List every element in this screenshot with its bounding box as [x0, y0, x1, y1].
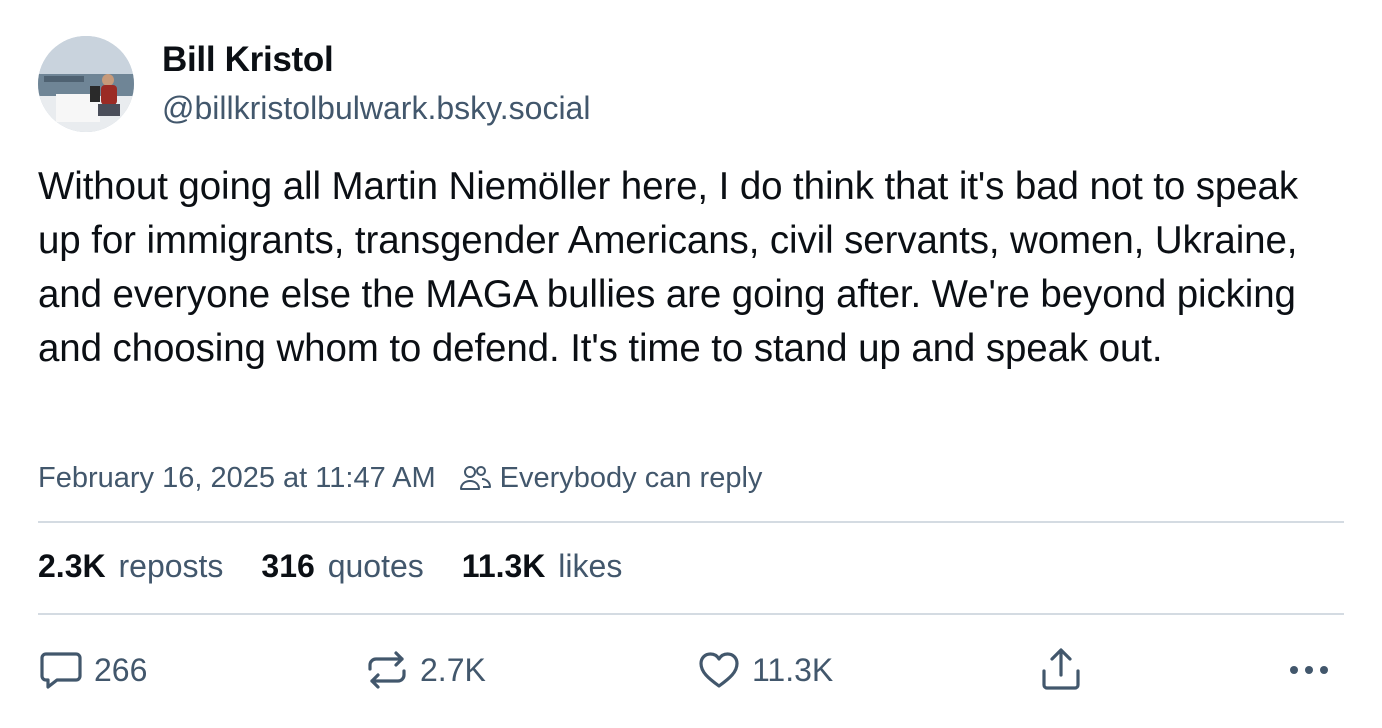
repost-button[interactable]: 2.7K: [364, 640, 486, 700]
divider: [38, 521, 1344, 523]
post-actions: 266 2.7K 11.3K: [0, 640, 1382, 704]
ellipsis-icon: [1286, 660, 1332, 680]
likes-count: 11.3K: [461, 548, 546, 584]
people-icon: [458, 463, 492, 493]
heart-icon: [696, 647, 742, 693]
like-count: 11.3K: [752, 651, 834, 688]
speech-bubble-icon: [38, 647, 84, 693]
reply-setting-label[interactable]: Everybody can reply: [500, 462, 763, 495]
divider: [38, 613, 1344, 615]
quotes-stat[interactable]: 316 quotes: [261, 548, 423, 585]
post-meta: February 16, 2025 at 11:47 AM Everybody …: [38, 458, 762, 498]
share-icon: [1038, 645, 1084, 695]
reply-button[interactable]: 266: [38, 640, 147, 700]
reply-count: 266: [94, 651, 148, 688]
more-options-button[interactable]: [1286, 640, 1342, 700]
author-display-name[interactable]: Bill Kristol: [162, 40, 334, 80]
avatar[interactable]: [38, 36, 134, 132]
repost-arrows-icon: [364, 647, 410, 693]
quotes-count: 316: [261, 548, 315, 584]
quotes-label: quotes: [327, 548, 424, 584]
like-button[interactable]: 11.3K: [696, 640, 833, 700]
post-stats: 2.3K reposts 316 quotes 11.3K likes: [38, 548, 660, 585]
repost-count: 2.7K: [420, 651, 486, 688]
reposts-stat[interactable]: 2.3K reposts: [38, 548, 223, 585]
likes-stat[interactable]: 11.3K likes: [462, 548, 623, 585]
likes-label: likes: [558, 548, 623, 584]
reposts-count: 2.3K: [38, 548, 106, 584]
author-handle[interactable]: @billkristolbulwark.bsky.social: [162, 90, 590, 127]
post-card: Bill Kristol @billkristolbulwark.bsky.so…: [0, 0, 1382, 728]
post-text: Without going all Martin Niemöller here,…: [38, 165, 1299, 370]
avatar-image: [38, 36, 134, 132]
share-button[interactable]: [1038, 640, 1094, 700]
post-timestamp[interactable]: February 16, 2025 at 11:47 AM: [38, 462, 436, 495]
reposts-label: reposts: [118, 548, 224, 584]
